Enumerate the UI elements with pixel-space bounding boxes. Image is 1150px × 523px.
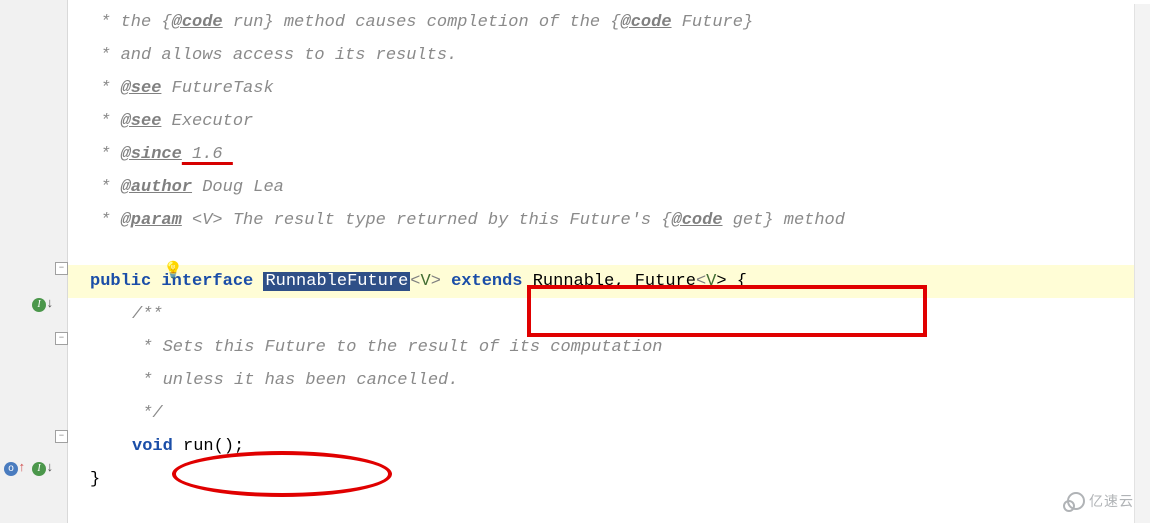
fold-minus-icon[interactable]: − (55, 332, 68, 345)
comment-text: Future} (672, 13, 754, 32)
javadoc-author-tag: @author (121, 178, 192, 197)
fold-minus-icon[interactable]: − (55, 430, 68, 443)
implements-marker-icon[interactable]: I↓ (32, 460, 54, 476)
angle-bracket: < (410, 272, 420, 291)
javadoc-param-value: <V> The result type returned by this Fut… (182, 211, 672, 230)
comment-text: * the { (90, 13, 172, 32)
javadoc-see-value: FutureTask (161, 79, 273, 98)
type-param: V (706, 272, 716, 291)
javadoc-param-value: get} method (723, 211, 845, 230)
comment-close: */ (68, 404, 163, 423)
keyword-public: public (90, 272, 151, 291)
implements-marker-icon[interactable]: I↓ (32, 296, 54, 312)
method-signature: run(); (173, 437, 244, 456)
javadoc-see-value: Executor (161, 112, 253, 131)
javadoc-see-tag: @see (121, 79, 162, 98)
type-param: V (420, 272, 430, 291)
javadoc-tag: @code (621, 13, 672, 32)
javadoc-param-tag: @param (121, 211, 182, 230)
comment-text: * unless it has been cancelled. (68, 371, 458, 390)
angle-bracket: < (696, 272, 706, 291)
watermark: 亿速云 (1067, 491, 1134, 511)
javadoc-see-tag: @see (121, 112, 162, 131)
fold-minus-icon[interactable]: − (55, 262, 68, 275)
javadoc-author-value: Doug Lea (192, 178, 284, 197)
watermark-text: 亿速云 (1089, 491, 1134, 511)
brace-close: } (68, 470, 100, 489)
comment-text: * Sets this Future to the result of its … (68, 338, 663, 357)
javadoc-since-tag: @since (121, 145, 182, 164)
javadoc-tag: @code (172, 13, 223, 32)
intention-bulb-icon[interactable]: 💡 (163, 260, 183, 280)
scrollbar[interactable] (1134, 4, 1150, 523)
override-marker-icon[interactable]: o↑ (4, 460, 26, 476)
angle-bracket: > (431, 272, 441, 291)
comment-text: run} method causes completion of the { (223, 13, 621, 32)
type-list: Runnable, Future (523, 272, 696, 291)
watermark-icon (1067, 492, 1085, 510)
comment-text: * and allows access to its results. (68, 46, 457, 65)
brace-open: > { (716, 272, 747, 291)
keyword-extends: extends (451, 272, 522, 291)
keyword-void: void (132, 437, 173, 456)
comment-open: /** (68, 305, 163, 324)
code-editor[interactable]: * the {@code run} method causes completi… (68, 0, 1150, 523)
javadoc-since-value: 1.6 (182, 145, 245, 164)
class-name: RunnableFuture (263, 272, 410, 291)
javadoc-tag: @code (672, 211, 723, 230)
gutter: − I↓ − − o↑ I↓ (0, 0, 68, 523)
